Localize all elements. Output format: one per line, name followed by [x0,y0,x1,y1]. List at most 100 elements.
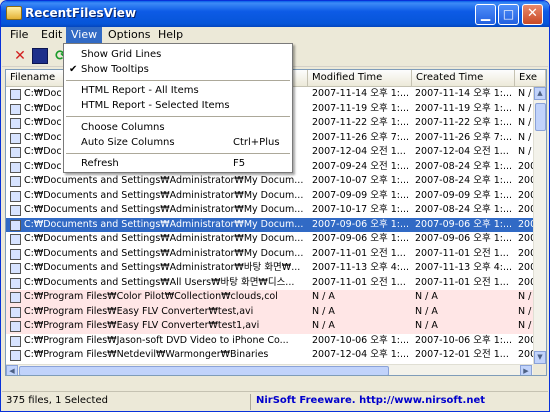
window-title: RecentFilesView [25,6,137,20]
cell-created-time: 2007-08-24 오후 1:... [415,160,513,172]
cell-created-time: N / A [415,305,438,317]
cell-created-time: 2007-08-24 오후 1:... [415,175,513,186]
menu-item-html-report-selected[interactable]: HTML Report - Selected Items [64,98,292,113]
menu-item-shortcut: Ctrl+Plus [233,137,280,148]
file-icon [10,147,21,158]
cell-extra: N / [518,291,532,302]
table-row[interactable]: C:₩Documents and Settings₩Administrator₩… [6,232,533,247]
scroll-down-icon[interactable]: ▼ [534,351,546,364]
cell-modified-time: N / A [312,305,335,317]
cell-created-time: 2007-11-01 오전 1... [415,276,509,288]
status-divider [250,394,251,410]
table-row[interactable]: C:₩Documents and Settings₩Administrator₩… [6,174,533,189]
cell-created-time: 2007-11-14 오후 1:... [415,88,513,99]
file-icon [10,132,21,144]
app-window: RecentFilesView ▁ □ ✕ File Edit View Opt… [0,0,550,412]
scroll-right-icon[interactable]: ▶ [520,365,532,375]
cell-extra: 200 [518,349,533,360]
cell-filename: C:₩Program Files₩Jason-soft DVD Video to… [24,334,289,346]
nirsoft-link[interactable]: NirSoft Freeware. http://www.nirsoft.net [256,395,485,406]
table-row[interactable]: C:₩Documents and Settings₩Administrator₩… [6,217,533,232]
cell-modified-time: 2007-12-04 오전 1... [312,146,406,157]
cell-filename: C:₩Program Files₩Easy FLV Converter₩test… [24,320,260,331]
file-icon [10,350,21,361]
menu-item-show-tooltips[interactable]: ✔ Show Tooltips [64,62,292,77]
cell-filename: C:₩Program Files₩Netdevil₩Warmonger₩Bina… [24,349,269,360]
file-icon [10,321,21,332]
title-bar[interactable]: RecentFilesView ▁ □ ✕ [1,1,549,27]
cell-extra: N / [518,88,532,99]
view-menu-dropdown: Show Grid Lines ✔ Show Tooltips HTML Rep… [63,43,293,173]
column-created-time[interactable]: Created Time [412,70,515,87]
checkmark-icon: ✔ [69,64,78,75]
table-row[interactable]: C:₩Program Files₩Jason-soft DVD Video to… [6,334,533,349]
menu-item-label: Show Tooltips [81,64,149,75]
cell-modified-time: 2007-10-17 오후 1:... [312,204,410,215]
file-icon [10,205,21,216]
scroll-corner [533,364,546,375]
cell-filename: C:₩Documents and Settings₩Administrator₩… [24,204,304,215]
horizontal-scroll-thumb[interactable] [19,366,389,375]
cell-extra: 200 [518,175,533,186]
cell-created-time: N / A [415,320,438,331]
menu-item-label: HTML Report - Selected Items [81,100,230,111]
status-count: 375 files, 1 Selected [6,395,108,406]
maximize-button[interactable]: □ [498,4,519,25]
delete-icon[interactable]: ✕ [12,48,28,64]
menu-separator [66,116,290,117]
menu-item-show-grid-lines[interactable]: Show Grid Lines [64,47,292,62]
cell-created-time: N / A [415,291,438,302]
menu-separator [66,153,290,154]
minimize-button[interactable]: ▁ [475,4,496,25]
menu-item-label: Auto Size Columns [81,137,175,148]
file-icon [10,248,21,260]
table-row[interactable]: C:₩Documents and Settings₩All Users₩바탕 화… [6,276,533,291]
horizontal-scrollbar[interactable]: ◀ ▶ [6,364,533,375]
cell-modified-time: 2007-11-14 오후 1:... [312,88,410,99]
cell-filename: C:₩Documents and Settings₩Administrator₩… [24,218,304,230]
file-icon [10,234,21,245]
menu-item-choose-columns[interactable]: Choose Columns [64,120,292,135]
cell-modified-time: 2007-09-06 오후 1:... [312,233,410,244]
table-row[interactable]: C:₩Program Files₩Netdevil₩Warmonger₩Bina… [6,348,533,363]
menu-item-auto-size-columns[interactable]: Auto Size Columns Ctrl+Plus [64,135,292,150]
cell-extra: N / [518,305,532,317]
cell-created-time: 2007-08-24 오후 1:... [415,204,513,215]
vertical-scroll-thumb[interactable] [535,103,546,131]
save-icon[interactable] [32,48,48,64]
cell-extra: N / [518,102,532,114]
cell-extra: N / [518,131,532,143]
file-icon [10,277,21,289]
menu-item-refresh[interactable]: Refresh F5 [64,156,292,171]
table-row[interactable]: C:₩Program Files₩Color Pilot₩Collection₩… [6,290,533,305]
file-icon [10,103,21,115]
cell-extra: 200 [518,334,533,346]
scroll-left-icon[interactable]: ◀ [6,365,18,375]
column-extra[interactable]: Exe [515,70,546,87]
cell-filename: C:₩Documents and Settings₩Administrator₩… [24,247,304,259]
table-row[interactable]: C:₩Program Files₩Easy FLV Converter₩test… [6,319,533,334]
cell-created-time: 2007-11-13 오후 4:... [415,262,513,273]
table-row[interactable]: C:₩Documents and Settings₩Administrator₩… [6,189,533,204]
cell-extra: N / [518,320,532,331]
vertical-scrollbar[interactable]: ▲ ▼ [533,87,546,364]
menu-file[interactable]: File [5,27,33,45]
table-row[interactable]: C:₩Documents and Settings₩Administrator₩… [6,203,533,218]
table-row[interactable]: C:₩Documents and Settings₩Administrator₩… [6,247,533,262]
folder-icon [6,6,22,20]
cell-filename: C:₩Program Files₩Color Pilot₩Collection₩… [24,291,278,302]
file-icon [10,161,21,173]
close-button[interactable]: ✕ [522,4,543,25]
cell-extra: 200 [518,218,533,230]
scroll-up-icon[interactable]: ▲ [534,87,546,100]
table-row[interactable]: C:₩Documents and Settings₩Administrator₩… [6,261,533,276]
file-icon [10,335,21,347]
cell-created-time: 2007-09-06 오후 1:... [415,218,513,230]
cell-created-time: 2007-09-09 오후 1:... [415,189,513,201]
column-modified-time[interactable]: Modified Time [308,70,412,87]
cell-filename: C:₩Documents and Settings₩Administrator₩… [24,233,304,244]
table-row[interactable]: C:₩Program Files₩Easy FLV Converter₩test… [6,304,533,319]
menu-item-html-report-all[interactable]: HTML Report - All Items [64,83,292,98]
file-icon [10,292,21,303]
cell-modified-time: 2007-11-22 오후 1:... [312,117,410,128]
